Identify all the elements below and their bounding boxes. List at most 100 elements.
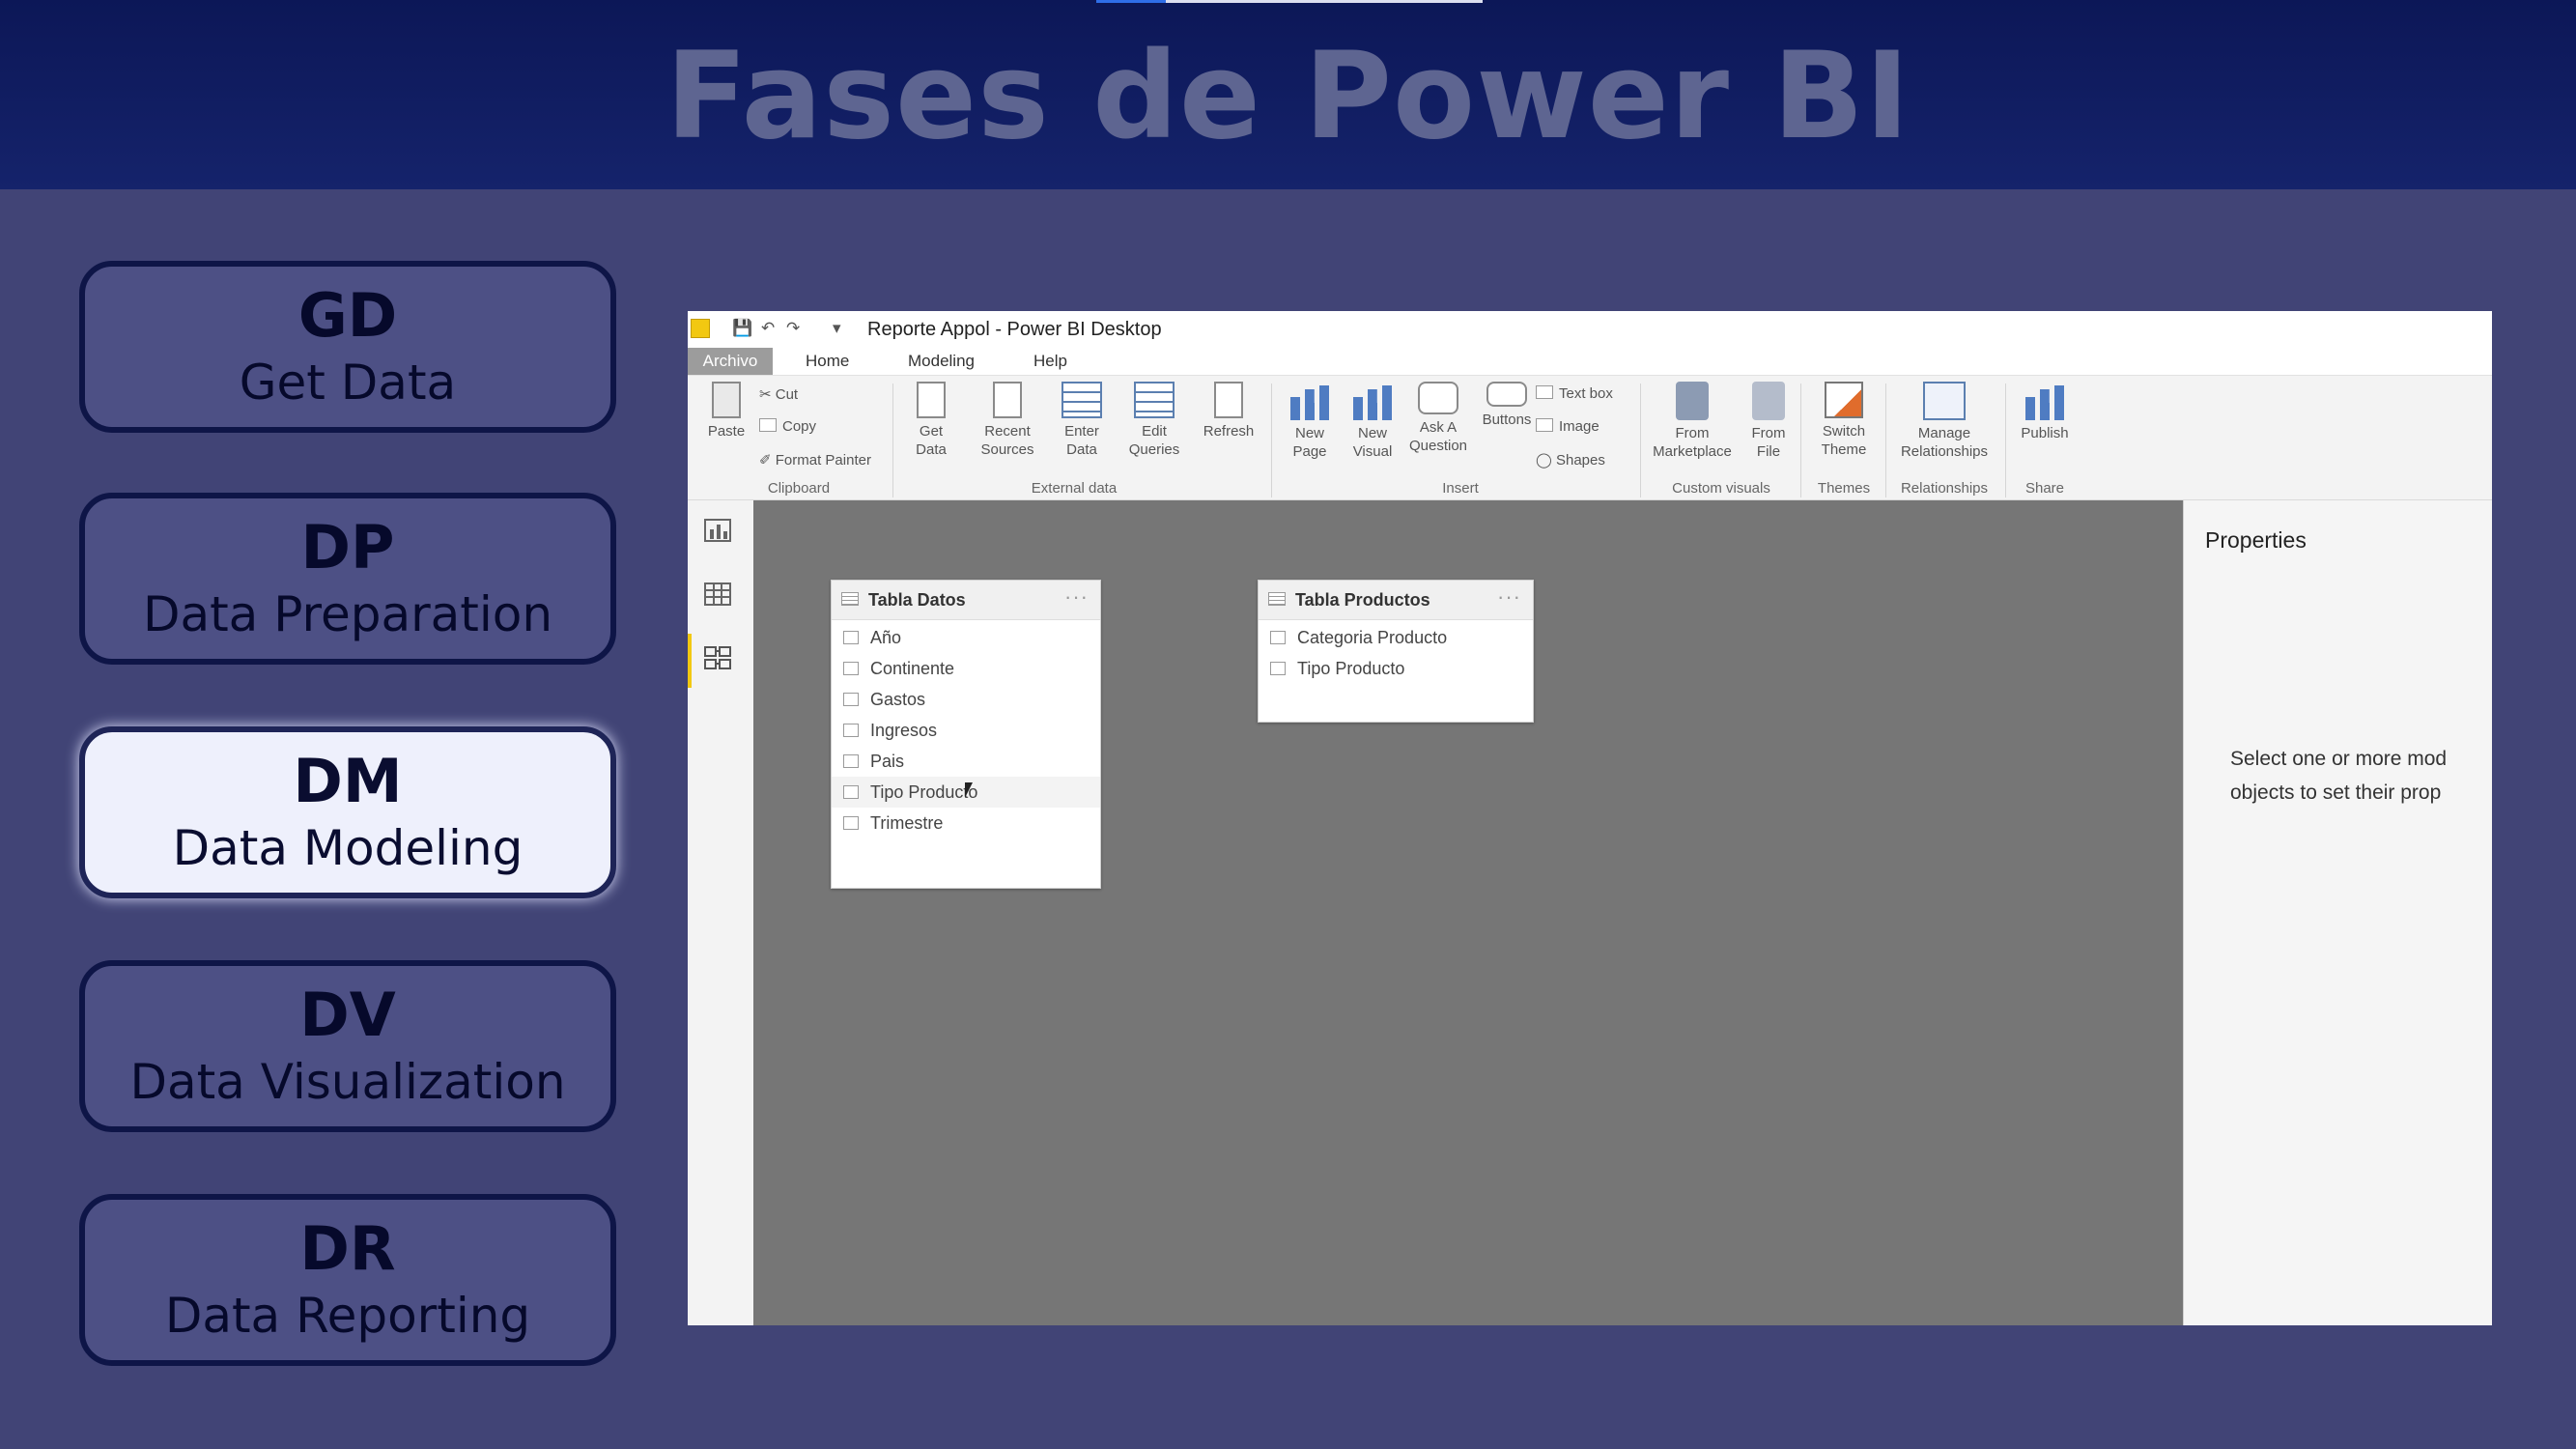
relationships-icon xyxy=(1923,382,1966,420)
window-title: Reporte Appol - Power BI Desktop xyxy=(867,319,1162,340)
format-painter-button[interactable]: ✐ Format Painter xyxy=(759,451,871,469)
customize-qat-icon[interactable]: ▾ xyxy=(833,319,841,338)
phase-name: Data Visualization xyxy=(129,1054,566,1110)
copy-button[interactable]: Copy xyxy=(759,418,816,435)
brush-icon: ✐ xyxy=(759,452,776,469)
group-label-relationships: Relationships xyxy=(1900,480,1989,497)
field-icon xyxy=(843,662,859,675)
paste-button[interactable]: Paste xyxy=(703,382,750,440)
report-view-icon[interactable] xyxy=(703,518,732,543)
shapes-button[interactable]: ◯ Shapes xyxy=(1536,451,1605,469)
group-label-themes: Themes xyxy=(1817,480,1871,497)
manage-relationships-button[interactable]: Manage Relationships xyxy=(1891,382,1997,461)
field-item[interactable]: Tipo Producto xyxy=(1259,653,1533,684)
image-icon xyxy=(1536,418,1553,432)
table-card-tabla-datos[interactable]: Tabla Datos ··· Año Continente Gastos In… xyxy=(831,580,1101,889)
buttons-button[interactable]: Buttons xyxy=(1476,382,1538,429)
table-card-tabla-productos[interactable]: Tabla Productos ··· Categoria Producto T… xyxy=(1258,580,1534,723)
from-marketplace-button[interactable]: From Marketplace xyxy=(1644,382,1741,461)
redo-icon[interactable]: ↷ xyxy=(786,319,800,338)
powerbi-window: 💾 ↶ ↷ ▾ Reporte Appol - Power BI Desktop… xyxy=(688,311,2492,1325)
group-label-clipboard: Clipboard xyxy=(767,480,831,497)
tab-modeling[interactable]: Modeling xyxy=(908,348,975,375)
more-options-icon[interactable]: ··· xyxy=(1497,584,1521,610)
text-box-icon xyxy=(1536,385,1553,399)
more-options-icon[interactable]: ··· xyxy=(1064,584,1089,610)
new-visual-button[interactable]: New Visual xyxy=(1345,382,1401,461)
recent-sources-button[interactable]: Recent Sources xyxy=(970,382,1045,459)
field-item[interactable]: Ingresos xyxy=(832,715,1100,746)
table-icon xyxy=(1062,382,1102,418)
field-item[interactable]: Año xyxy=(832,622,1100,653)
slide-header: Fases de Power BI xyxy=(0,0,2576,189)
paste-label: Paste xyxy=(707,423,746,440)
edit-queries-button[interactable]: Edit Queries xyxy=(1120,382,1188,459)
from-marketplace-label: From Marketplace xyxy=(1653,425,1732,460)
tab-help[interactable]: Help xyxy=(1033,348,1067,375)
model-canvas[interactable]: Tabla Datos ··· Año Continente Gastos In… xyxy=(753,500,2183,1325)
field-item[interactable]: Pais xyxy=(832,746,1100,777)
field-label: Tipo Producto xyxy=(870,782,978,802)
model-view-icon[interactable] xyxy=(703,645,732,670)
field-item[interactable]: Categoria Producto xyxy=(1259,622,1533,653)
properties-pane: Properties Select one or more mod object… xyxy=(2183,500,2492,1325)
from-file-button[interactable]: From File xyxy=(1742,382,1795,461)
copy-icon xyxy=(759,418,777,432)
field-item[interactable]: Gastos xyxy=(832,684,1100,715)
phase-data-modeling: DM Data Modeling xyxy=(79,726,616,898)
view-switcher xyxy=(688,500,753,1325)
shapes-icon: ◯ xyxy=(1536,452,1556,469)
table-card-header[interactable]: Tabla Productos ··· xyxy=(1259,581,1533,620)
phase-data-preparation: DP Data Preparation xyxy=(79,493,616,665)
refresh-button[interactable]: Refresh xyxy=(1198,382,1260,440)
switch-theme-button[interactable]: Switch Theme xyxy=(1810,382,1878,459)
ribbon-separator xyxy=(1800,384,1801,497)
phase-data-reporting: DR Data Reporting xyxy=(79,1194,616,1366)
enter-data-button[interactable]: Enter Data xyxy=(1053,382,1111,459)
field-item[interactable]: Continente xyxy=(832,653,1100,684)
tab-archivo[interactable]: Archivo xyxy=(688,348,773,375)
save-icon[interactable]: 💾 xyxy=(732,319,752,338)
field-icon xyxy=(1270,631,1286,644)
field-icon xyxy=(1270,662,1286,675)
image-label: Image xyxy=(1559,418,1599,435)
recent-sources-label: Recent Sources xyxy=(980,423,1034,458)
phase-name: Data Modeling xyxy=(172,820,524,876)
shapes-label: Shapes xyxy=(1555,452,1605,469)
recent-sources-icon xyxy=(993,382,1022,418)
mouse-cursor-icon xyxy=(965,782,973,798)
group-label-insert: Insert xyxy=(1442,480,1479,497)
field-item[interactable]: Trimestre xyxy=(832,808,1100,838)
group-label-external-data: External data xyxy=(1031,480,1118,497)
field-icon xyxy=(843,631,859,644)
properties-hint-line: Select one or more mod xyxy=(2230,748,2448,770)
phase-name: Data Reporting xyxy=(164,1288,531,1344)
get-data-label: Get Data xyxy=(916,423,947,458)
field-item[interactable]: Tipo Producto xyxy=(832,777,1100,808)
publish-button[interactable]: Publish xyxy=(2011,382,2079,442)
ask-question-label: Ask A Question xyxy=(1408,419,1468,454)
buttons-label: Buttons xyxy=(1482,412,1532,428)
ask-question-button[interactable]: Ask A Question xyxy=(1404,382,1472,455)
new-page-label: New Page xyxy=(1292,425,1327,460)
ribbon-separator xyxy=(892,384,893,497)
field-label: Ingresos xyxy=(870,721,938,740)
get-data-button[interactable]: Get Data xyxy=(902,382,960,459)
text-box-label: Text box xyxy=(1559,385,1613,402)
publish-icon xyxy=(2025,382,2064,420)
ribbon-separator xyxy=(1640,384,1641,497)
data-view-icon[interactable] xyxy=(703,582,732,607)
undo-icon[interactable]: ↶ xyxy=(761,319,775,338)
new-page-button[interactable]: New Page xyxy=(1281,382,1339,461)
phase-code: DR xyxy=(299,1213,396,1284)
image-button[interactable]: Image xyxy=(1536,418,1599,435)
clipboard-icon xyxy=(712,382,741,418)
table-card-header[interactable]: Tabla Datos ··· xyxy=(832,581,1100,620)
format-painter-label: Format Painter xyxy=(775,452,871,469)
field-label: Pais xyxy=(870,752,905,771)
edit-queries-label: Edit Queries xyxy=(1128,423,1180,458)
cut-button[interactable]: ✂ Cut xyxy=(759,385,798,403)
from-file-label: From File xyxy=(1751,425,1786,460)
tab-home[interactable]: Home xyxy=(806,348,849,375)
text-box-button[interactable]: Text box xyxy=(1536,385,1613,402)
